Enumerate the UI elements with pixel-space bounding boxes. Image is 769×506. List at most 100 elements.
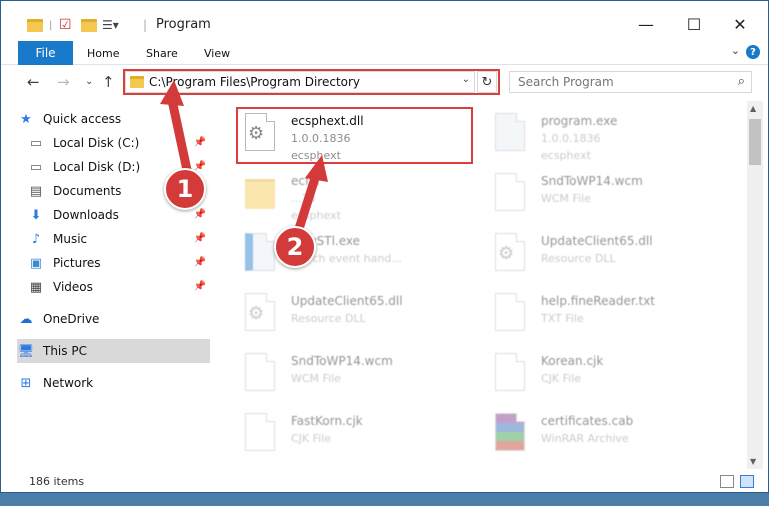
downloads-icon: ⬇ [30,207,42,223]
item-count: 186 items [29,475,85,488]
sidebar-item-onedrive[interactable]: ☁ OneDrive [17,307,210,331]
back-icon[interactable]: ← [27,73,40,91]
file-icon [245,413,285,459]
file-type: Resource DLL [291,312,366,325]
pin-icon[interactable]: 📌 [194,257,206,268]
file-type: CJK File [541,372,582,385]
file-item-certificates-cab[interactable]: certificates.cab WinRAR Archive [487,407,727,467]
scroll-down-icon[interactable]: ▼ [750,457,756,466]
separator: | [143,18,148,32]
file-name: UpdateClient65.dll [541,234,653,248]
folder-icon [130,76,144,88]
desktop-strip [0,493,769,506]
tiles-view-icon[interactable] [740,475,754,488]
window-title: Program [156,17,211,32]
file-highlight-box [236,107,473,164]
address-bar[interactable]: C:\Program Files\Program Directory ⌄ [125,71,475,93]
tab-home[interactable]: Home [87,41,119,65]
pictures-icon: ▣ [29,255,43,271]
new-folder-icon[interactable] [81,15,97,35]
details-view-icon[interactable] [720,475,734,488]
up-icon[interactable]: ↑ [102,73,115,91]
recent-locations-icon[interactable]: ⌄ [85,76,93,87]
chevron-down-icon[interactable]: ⌄ [731,44,740,57]
file-name: Korean.cjk [541,354,604,368]
sidebar-item-label: Quick access [43,112,122,126]
file-name: SndToWP14.wcm [291,354,393,368]
navigation-bar: ← → ⌄ ↑ C:\Program Files\Program Directo… [1,65,768,101]
folder-icon [27,15,43,35]
file-item-help-txt[interactable]: help.fineReader.txt TXT File [487,287,727,347]
file-item-updateclient65-dll[interactable]: ⚙ UpdateClient65.dll Resource DLL [487,227,727,287]
scroll-up-icon[interactable]: ▲ [750,104,756,113]
file-type: TXT File [541,312,584,325]
status-bar: 186 items [1,471,768,493]
customize-toolbar-icon[interactable]: ☰▾ [102,15,119,35]
sidebar-item-label: Documents [53,184,122,198]
folder-icon [245,173,285,219]
pin-icon[interactable]: 📌 [194,209,206,220]
sidebar-item-label: Local Disk (D:) [53,160,141,174]
sidebar-item-music[interactable]: ♪ Music 📌 [27,227,210,251]
dll-file-icon: ⚙ [245,293,285,339]
exe-file-icon [495,113,535,159]
file-type: Resource DLL [541,252,616,265]
help-icon[interactable]: ? [746,45,760,59]
file-version: 1.0.0.1836 [541,132,601,145]
minimize-icon[interactable]: — [624,9,668,39]
tab-view[interactable]: View [204,41,230,65]
file-description: ecsphext [541,149,591,162]
sidebar-item-label: Videos [53,280,93,294]
refresh-icon[interactable]: ↻ [477,71,497,93]
sidebar-item-network[interactable]: ⊞ Network [17,371,210,395]
text-file-icon [495,293,535,339]
file-item-updateclient65-dll[interactable]: ⚙ UpdateClient65.dll Resource DLL [237,287,477,347]
ribbon: File Home Share View ⌄ ? [1,41,768,65]
sidebar-item-label: Network [43,376,94,390]
file-item[interactable]: ecf... ...36 ecsphext [237,167,477,227]
file-icon [495,173,535,219]
pin-icon[interactable]: 📌 [194,137,206,148]
properties-icon[interactable]: ☑ [59,15,72,35]
file-type: WinRAR Archive [541,432,629,445]
file-item-sndtowp14-wcm[interactable]: SndToWP14.wcm WCM File [237,347,477,407]
close-icon[interactable]: ✕ [718,9,762,39]
callout-badge-2: 2 [274,226,316,268]
search-box[interactable]: ⌕ [509,71,752,93]
sidebar-item-local-disk-c[interactable]: ▭ Local Disk (C:) 📌 [27,131,210,155]
vertical-scrollbar[interactable]: ▲ ▼ [747,101,763,469]
tab-file[interactable]: File [18,41,73,65]
file-name: FastKorn.cjk [291,414,363,428]
search-icon[interactable]: ⌕ [738,74,745,89]
sidebar-item-this-pc[interactable]: 🖥 This PC [17,339,210,363]
pin-icon[interactable]: 📌 [194,281,206,292]
navigation-pane: ★ Quick access ▭ Local Disk (C:) 📌 ▭ Loc… [1,101,213,467]
file-item-sndtowp14-wcm[interactable]: SndToWP14.wcm WCM File [487,167,727,227]
sidebar-item-pictures[interactable]: ▣ Pictures 📌 [27,251,210,275]
explorer-window: | ☑ ☰▾ | Program — ☐ ✕ File Home Share V… [0,0,769,493]
sidebar-item-videos[interactable]: ▦ Videos 📌 [27,275,210,299]
pin-icon[interactable]: 📌 [194,233,206,244]
tab-share[interactable]: Share [146,41,178,65]
drive-icon: ▭ [29,135,43,151]
file-name: program.exe [541,114,618,128]
file-name: help.fineReader.txt [541,294,655,308]
music-icon: ♪ [31,231,41,247]
file-type: WCM File [291,372,341,385]
file-item-korean-cjk[interactable]: Korean.cjk CJK File [487,347,727,407]
file-item-program-exe[interactable]: program.exe 1.0.0.1836 ecsphext [487,107,727,167]
sidebar-item-quick-access[interactable]: ★ Quick access [17,107,210,131]
sidebar-item-label: Music [53,232,88,246]
drive-icon: ▭ [29,159,43,175]
sidebar-item-label: Local Disk (C:) [53,136,140,150]
sidebar-item-label: Pictures [53,256,101,270]
file-name: SndToWP14.wcm [541,174,643,188]
chevron-down-icon[interactable]: ⌄ [462,74,470,85]
search-input[interactable] [518,75,718,89]
scroll-thumb[interactable] [749,119,761,165]
file-name: certificates.cab [541,414,634,428]
forward-icon[interactable]: → [57,73,70,91]
file-item-fastkorn-cjk[interactable]: FastKorn.cjk CJK File [237,407,477,467]
file-item-exe[interactable]: ...yySTl.exe ...t' ch event hand... [237,227,477,287]
maximize-icon[interactable]: ☐ [672,9,716,39]
